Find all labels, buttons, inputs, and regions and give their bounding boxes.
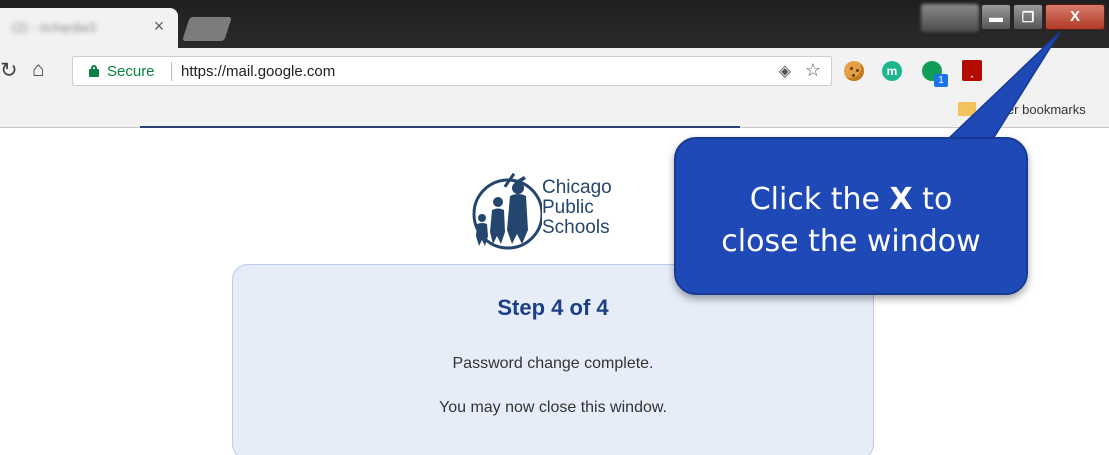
window-controls: ▬ ❐ X: [921, 2, 1107, 34]
completion-message: Password change complete.: [452, 355, 654, 372]
instruction-callout: Click the X to close the window: [674, 137, 1028, 295]
close-instruction-message: You may now close this window.: [439, 399, 667, 416]
address-bar[interactable]: Secure https://mail.google.com ◈ ☆: [72, 56, 832, 86]
step-title: Step 4 of 4: [497, 295, 609, 320]
callout-line2: close the window: [721, 224, 981, 259]
url-text[interactable]: https://mail.google.com: [181, 63, 335, 80]
security-label: Secure: [107, 63, 155, 80]
tab-title: (2) - richardw3: [12, 20, 96, 34]
cps-logo: Chicago Public Schools: [468, 168, 638, 252]
address-separator: [171, 62, 172, 81]
extension-badge: 1: [934, 74, 948, 87]
new-tab-button[interactable]: [182, 17, 232, 41]
bookmark-star-icon[interactable]: ☆: [805, 60, 821, 81]
logo-text-line1: Chicago: [542, 177, 612, 198]
callout-line1-start: Click the: [749, 182, 890, 217]
bookmarks-bar: Other bookmarks: [0, 94, 1109, 128]
cps-figures-icon: [472, 172, 542, 250]
lock-icon: [89, 65, 99, 77]
folder-icon: [958, 102, 976, 116]
logo-text-line2: Public: [542, 197, 594, 218]
browser-tab[interactable]: (2) - richardw3 ×: [0, 8, 178, 48]
browser-titlebar: (2) - richardw3 × ▬ ❐ X: [0, 0, 1109, 48]
page-header-line: [140, 126, 740, 128]
callout-line1-end: to: [912, 182, 953, 217]
pdf-extension-icon[interactable]: ˰: [962, 60, 982, 81]
callout-x-emphasis: X: [889, 182, 913, 217]
tab-close-icon[interactable]: ×: [150, 17, 168, 35]
other-bookmarks-link[interactable]: Other bookmarks: [986, 102, 1086, 117]
callout-text: Click the X to close the window: [676, 179, 1026, 263]
tracking-icon[interactable]: ◈: [779, 61, 791, 81]
logo-text-line3: Schools: [542, 217, 610, 238]
reload-icon[interactable]: ↻: [0, 59, 18, 83]
browser-toolbar: ↻ ⌂ Secure https://mail.google.com ◈ ☆ m…: [0, 48, 1109, 94]
maximize-button[interactable]: ❐: [1013, 4, 1043, 30]
close-window-button[interactable]: X: [1045, 4, 1105, 30]
window-user-badge: [921, 4, 979, 32]
cookie-extension-icon[interactable]: [844, 61, 864, 81]
m-extension-icon[interactable]: m: [882, 61, 902, 81]
home-icon[interactable]: ⌂: [32, 58, 45, 82]
minimize-button[interactable]: ▬: [981, 4, 1011, 30]
